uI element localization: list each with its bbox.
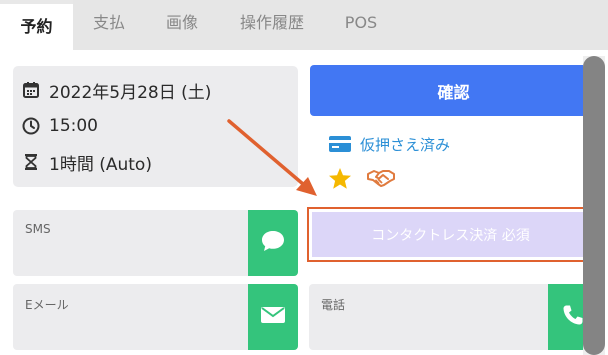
phone-icon <box>562 304 584 330</box>
star-icon[interactable] <box>328 167 352 190</box>
email-field[interactable]: Eメール <box>13 284 298 350</box>
tab-pos[interactable]: POS <box>325 0 397 50</box>
handshake-icon[interactable] <box>366 168 396 188</box>
contactless-payment-button[interactable]: コンタクトレス決済 必須 <box>312 212 589 257</box>
send-email-button[interactable] <box>248 284 298 350</box>
tab-reservation[interactable]: 予約 <box>0 0 73 50</box>
sms-label: SMS <box>25 222 51 236</box>
tab-bar: 予約 支払 画像 操作履歴 POS <box>0 0 608 50</box>
calendar-icon <box>21 80 41 100</box>
phone-label: 電話 <box>321 298 346 312</box>
phone-field[interactable]: 電話 <box>309 284 598 350</box>
chat-bubble-icon <box>260 229 286 257</box>
booking-panel: 予約 支払 画像 操作履歴 POS 2022年5月28日 (土) 15:00 1… <box>0 0 608 355</box>
provisional-label: 仮押さえ済み <box>360 135 451 154</box>
sms-field[interactable]: SMS <box>13 210 298 276</box>
hourglass-icon <box>21 152 41 172</box>
confirm-button[interactable]: 確認 <box>310 65 597 116</box>
clock-icon <box>21 116 41 136</box>
booking-duration-row: 1時間 (Auto) <box>21 150 152 175</box>
tab-images[interactable]: 画像 <box>145 0 219 50</box>
booking-time: 15:00 <box>49 116 98 136</box>
booking-date-row: 2022年5月28日 (土) <box>21 78 212 103</box>
send-sms-button[interactable] <box>248 210 298 276</box>
contactless-payment-highlight: コンタクトレス決済 必須 <box>307 207 594 262</box>
envelope-icon <box>260 305 286 329</box>
booking-duration: 1時間 (Auto) <box>49 154 152 175</box>
booking-info-card[interactable]: 2022年5月28日 (土) 15:00 1時間 (Auto) <box>13 66 298 187</box>
booking-date: 2022年5月28日 (土) <box>49 82 212 103</box>
email-label: Eメール <box>25 298 69 312</box>
tab-payment[interactable]: 支払 <box>73 0 145 50</box>
status-badges <box>328 164 410 192</box>
booking-time-row: 15:00 <box>21 114 98 138</box>
provisional-status-link[interactable]: 仮押さえ済み <box>328 132 450 156</box>
scrollbar-thumb[interactable] <box>583 56 605 355</box>
credit-card-icon <box>328 135 352 153</box>
tab-history[interactable]: 操作履歴 <box>219 0 325 50</box>
